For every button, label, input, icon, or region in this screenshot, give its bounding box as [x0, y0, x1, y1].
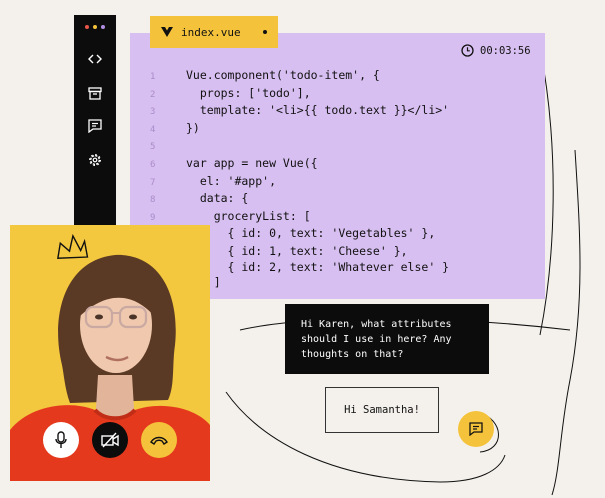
line-number: 7	[150, 177, 156, 188]
window-dot-close[interactable]	[85, 25, 89, 29]
archive-icon	[88, 86, 102, 100]
code-text: { id: 2, text: 'Whatever else' }	[186, 259, 450, 274]
hang-up-icon	[150, 436, 168, 445]
video-off-icon	[101, 432, 119, 448]
window-dot-maximize[interactable]	[101, 25, 105, 29]
code-line: 7 el: '#app',	[150, 174, 449, 192]
open-chat-button[interactable]	[458, 411, 494, 447]
code-line: 9 groceryList: [	[150, 209, 449, 227]
gear-icon	[89, 154, 101, 166]
code-text: template: '<li>{{ todo.text }}</li>'	[186, 103, 450, 118]
sidebar	[74, 15, 116, 227]
tab-index-vue[interactable]: index.vue	[150, 16, 278, 48]
timer-value: 00:03:56	[480, 44, 531, 57]
code-text: el: '#app',	[186, 173, 277, 188]
window-controls	[85, 25, 105, 29]
line-number: 1	[150, 72, 156, 82]
window-dot-minimize[interactable]	[93, 25, 97, 29]
sidebar-item-code[interactable]	[85, 49, 105, 69]
code-line: 5	[150, 138, 449, 156]
code-text: { id: 1, text: 'Cheese' },	[186, 243, 408, 258]
line-number: 4	[150, 124, 156, 135]
code-line: 6 var app = new Vue({	[150, 156, 449, 174]
workspace: index.vue 00:03:56 1 Vue.component('todo-…	[0, 0, 605, 498]
clock-icon	[461, 44, 474, 57]
code-line: 1 Vue.component('todo-item', {	[150, 68, 449, 86]
sidebar-item-chat[interactable]	[85, 116, 105, 136]
line-number: 9	[150, 212, 156, 223]
tab-label: index.vue	[181, 25, 241, 39]
code-line: 8 data: {	[150, 191, 449, 209]
incoming-message-bubble: Hi Karen, what attributes should I use i…	[285, 304, 489, 374]
sidebar-item-settings[interactable]	[85, 150, 105, 170]
microphone-icon	[55, 431, 67, 448]
unsaved-indicator	[263, 30, 267, 34]
line-number: 6	[150, 159, 156, 170]
code-text: var app = new Vue({	[186, 155, 318, 170]
chat-icon	[88, 119, 102, 133]
reply-message-bubble: Hi Samantha!	[325, 387, 439, 433]
code-line: 2 props: ['todo'],	[150, 86, 449, 104]
code-text: })	[186, 120, 200, 135]
camera-toggle-button[interactable]	[92, 422, 128, 458]
mute-button[interactable]	[43, 422, 79, 458]
sidebar-item-archive[interactable]	[85, 83, 105, 103]
line-number: 5	[150, 142, 156, 153]
line-number: 2	[150, 89, 156, 100]
code-icon	[88, 54, 102, 64]
line-number: 8	[150, 195, 156, 206]
code-text: { id: 0, text: 'Vegetables' },	[186, 226, 436, 241]
code-line: 4})	[150, 121, 449, 139]
code-text: props: ['todo'],	[186, 85, 311, 100]
code-line: 3 template: '<li>{{ todo.text }}</li>'	[150, 103, 449, 121]
code-text: Vue.component('todo-item', {	[186, 68, 380, 82]
session-timer: 00:03:56	[461, 44, 531, 57]
chat-icon	[469, 422, 483, 436]
code-text: data: {	[186, 191, 249, 206]
hang-up-button[interactable]	[141, 422, 177, 458]
vue-logo-icon	[161, 27, 173, 37]
code-text: groceryList: [	[186, 208, 311, 223]
line-number: 3	[150, 107, 156, 118]
